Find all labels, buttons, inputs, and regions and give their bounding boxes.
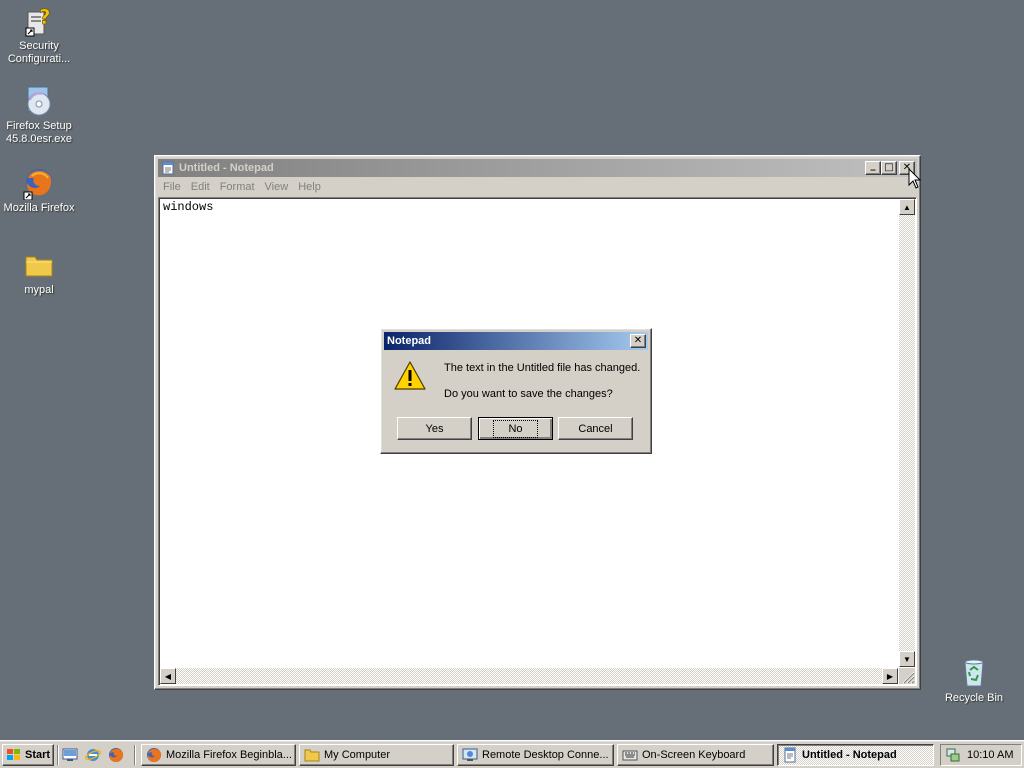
menu-view[interactable]: View: [260, 181, 294, 193]
taskbar-separator: [134, 745, 136, 765]
no-button[interactable]: No: [478, 417, 553, 440]
dialog-message-question: Do you want to save the changes?: [444, 388, 613, 400]
yes-button[interactable]: Yes: [397, 417, 472, 440]
desktop-icon-firefox-setup[interactable]: Firefox Setup 45.8.0esr.exe: [1, 84, 77, 146]
scroll-right-arrow-icon[interactable]: ▶: [882, 668, 898, 684]
window-title: Untitled - Notepad: [179, 162, 274, 174]
editor-content: windows: [163, 200, 214, 214]
cancel-button-label: Cancel: [578, 422, 613, 435]
taskbar-separator: [57, 745, 59, 765]
close-icon: ✕: [633, 335, 643, 346]
vertical-scrollbar[interactable]: ▲ ▼: [899, 199, 915, 667]
network-icon[interactable]: [945, 747, 961, 763]
scroll-down-arrow-icon[interactable]: ▼: [899, 651, 915, 667]
resize-grip-icon[interactable]: [899, 668, 915, 684]
save-changes-dialog: Notepad ✕ The text in the Untitled file …: [380, 328, 652, 454]
svg-text:?: ?: [39, 5, 51, 29]
warning-icon: [394, 361, 426, 390]
scroll-left-arrow-icon[interactable]: ◀: [160, 668, 176, 684]
task-label: My Computer: [324, 749, 391, 761]
minimize-button[interactable]: _: [865, 161, 881, 175]
taskbar: Start Mozilla Firefox Beginbla... My Com…: [0, 740, 1024, 768]
windows-logo-icon: [7, 749, 20, 760]
maximize-button[interactable]: □: [881, 161, 897, 175]
task-label: Untitled - Notepad: [802, 749, 897, 761]
menu-help[interactable]: Help: [293, 181, 326, 193]
dialog-message-changed: The text in the Untitled file has change…: [444, 362, 641, 374]
task-label: Mozilla Firefox Beginbla...: [166, 749, 292, 761]
task-my-computer[interactable]: My Computer: [299, 744, 454, 766]
task-on-screen-keyboard[interactable]: On-Screen Keyboard: [617, 744, 774, 766]
menu-format[interactable]: Format: [215, 181, 260, 193]
minimize-icon: _: [870, 160, 876, 171]
no-button-label: No: [493, 419, 538, 438]
desktop-icon-mozilla-firefox[interactable]: Mozilla Firefox: [1, 166, 77, 215]
firefox-icon[interactable]: [108, 747, 124, 763]
notepad-icon: [162, 161, 174, 175]
recycle-bin-icon: [957, 656, 991, 690]
notepad-titlebar[interactable]: Untitled - Notepad _ □ ✕: [158, 159, 917, 177]
dialog-close-button[interactable]: ✕: [630, 334, 646, 348]
desktop-icon-label: Recycle Bin: [944, 692, 1004, 704]
show-desktop-icon[interactable]: [62, 747, 78, 763]
dialog-titlebar[interactable]: Notepad ✕: [384, 332, 648, 350]
horizontal-scrollbar[interactable]: ◀ ▶: [160, 668, 898, 684]
cancel-button[interactable]: Cancel: [558, 417, 633, 440]
task-label: On-Screen Keyboard: [642, 749, 746, 761]
desktop-icon-recycle-bin[interactable]: Recycle Bin: [936, 656, 1012, 705]
notepad-icon: [784, 747, 796, 763]
task-remote-desktop[interactable]: Remote Desktop Conne...: [457, 744, 614, 766]
desktop-icon-label: mypal: [24, 284, 54, 296]
clock[interactable]: 10:10 AM: [967, 749, 1013, 761]
installer-cd-icon: [22, 84, 56, 118]
desktop-icon-label: Mozilla Firefox: [3, 202, 75, 214]
firefox-icon: [147, 748, 162, 762]
scroll-up-arrow-icon[interactable]: ▲: [899, 199, 915, 215]
security-config-icon: ?: [22, 4, 56, 38]
keyboard-icon: [622, 750, 638, 761]
folder-icon: [304, 749, 320, 762]
mouse-cursor-icon: [908, 168, 922, 189]
desktop-icon-label: Firefox Setup 45.8.0esr.exe: [5, 120, 73, 145]
dialog-title: Notepad: [387, 335, 431, 347]
desktop-icon-security-config[interactable]: ? Security Configurati...: [1, 4, 77, 66]
task-firefox[interactable]: Mozilla Firefox Beginbla...: [141, 744, 296, 766]
menu-bar: File Edit Format View Help: [158, 178, 917, 196]
remote-desktop-icon: [462, 748, 478, 761]
firefox-icon: [22, 166, 56, 201]
start-label: Start: [25, 749, 51, 761]
task-label: Remote Desktop Conne...: [482, 749, 609, 761]
start-button[interactable]: Start: [2, 744, 54, 766]
system-tray: 10:10 AM: [940, 744, 1022, 766]
yes-button-label: Yes: [425, 422, 444, 435]
menu-file[interactable]: File: [158, 181, 186, 193]
folder-icon: [22, 248, 56, 282]
desktop-icon-mypal[interactable]: mypal: [1, 248, 77, 297]
ie-icon[interactable]: [85, 747, 101, 763]
desktop-icon-label: Security Configurati...: [7, 40, 71, 65]
menu-edit[interactable]: Edit: [186, 181, 215, 193]
maximize-icon: □: [884, 162, 894, 173]
task-notepad[interactable]: Untitled - Notepad: [777, 744, 934, 766]
